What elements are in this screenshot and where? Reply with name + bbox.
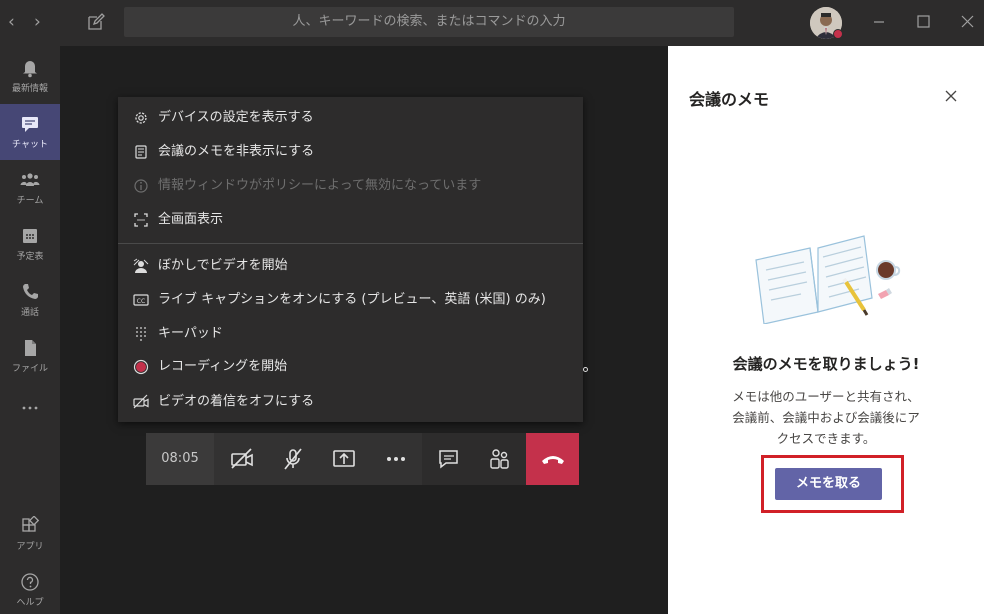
hang-up-icon xyxy=(542,456,564,464)
rail-item-label: チーム xyxy=(16,196,44,206)
forward-arrow-icon[interactable]: › xyxy=(34,12,41,32)
menu-item-keypad[interactable]: キーパッド xyxy=(118,319,583,349)
bell-icon xyxy=(23,61,37,78)
panel-title: 会議のメモ xyxy=(689,90,770,109)
call-timer: 08:05 xyxy=(146,433,214,485)
rail-item-activity[interactable]: 最新情報 xyxy=(0,48,60,104)
mic-off-icon xyxy=(284,448,302,470)
take-notes-button[interactable]: メモを取る xyxy=(775,468,882,500)
close-icon[interactable] xyxy=(944,89,958,103)
share-screen-button[interactable] xyxy=(318,433,369,485)
menu-item-label: デバイスの設定を表示する xyxy=(158,110,314,125)
call-controls-bar: 08:05 xyxy=(146,433,579,485)
title-bar: ‹ › 人、キーワードの検索、またはコマンドの入力 xyxy=(0,0,984,46)
rail-item-help[interactable]: ヘルプ xyxy=(0,562,60,614)
phone-icon xyxy=(23,284,38,299)
menu-item-label: ぼかしでビデオを開始 xyxy=(158,258,288,273)
calendar-icon xyxy=(23,229,37,243)
menu-item-turn-off-incoming-video[interactable]: ビデオの着信をオフにする xyxy=(118,387,583,417)
rail-item-label: 最新情報 xyxy=(11,84,48,94)
rail-item-label: 予定表 xyxy=(16,252,44,262)
menu-item-label: キーパッド xyxy=(158,326,223,341)
menu-item-blur-video[interactable]: ぼかしでビデオを開始 xyxy=(118,251,583,281)
rail-item-teams[interactable]: チーム xyxy=(0,160,60,216)
show-conversation-button[interactable] xyxy=(423,433,474,485)
menu-item-start-recording[interactable]: レコーディングを開始 xyxy=(118,352,583,382)
menu-item-info-disabled: 情報ウィンドウがポリシーによって無効になっています xyxy=(118,171,583,201)
keypad-icon xyxy=(136,327,146,341)
ellipsis-icon xyxy=(387,457,405,461)
menu-item-label: ビデオの着信をオフにする xyxy=(158,394,315,409)
ellipsis-icon xyxy=(22,406,38,410)
menu-item-label: 全画面表示 xyxy=(158,212,224,227)
menu-item-live-captions[interactable]: CC ライブ キャプションをオンにする (プレビュー、英語 (米国) のみ) xyxy=(118,285,583,315)
fullscreen-icon xyxy=(134,213,148,227)
rail-item-label: ファイル xyxy=(11,364,48,374)
menu-item-hide-notes[interactable]: 会議のメモを非表示にする xyxy=(118,137,583,167)
menu-item-fullscreen[interactable]: 全画面表示 xyxy=(118,205,583,235)
search-input[interactable]: 人、キーワードの検索、またはコマンドの入力 xyxy=(124,7,734,37)
mic-toggle-button[interactable] xyxy=(267,433,318,485)
description-line: 会議前、会議中および会議後にア xyxy=(732,410,920,425)
apps-icon xyxy=(22,516,40,532)
teams-icon xyxy=(20,173,40,186)
description-line: クセスできます。 xyxy=(776,431,876,446)
menu-item-label: 会議のメモを非表示にする xyxy=(158,144,315,159)
rail-item-chat[interactable]: チャット xyxy=(0,104,60,160)
rail-item-apps[interactable]: アプリ xyxy=(0,506,60,562)
camera-off-icon xyxy=(231,448,253,469)
rail-item-label: ヘルプ xyxy=(16,598,44,608)
rail-item-label: 通話 xyxy=(20,308,39,318)
file-icon xyxy=(25,340,36,356)
notes-heading: 会議のメモを取りましょう! xyxy=(732,355,920,373)
compose-icon[interactable] xyxy=(86,12,106,32)
video-off-icon xyxy=(133,394,149,409)
menu-item-label: ライブ キャプションをオンにする (プレビュー、英語 (米国) のみ) xyxy=(158,292,546,307)
close-window-icon[interactable] xyxy=(956,12,978,32)
cursor-indicator xyxy=(583,367,588,372)
description-line: メモは他のユーザーと共有され、 xyxy=(732,389,920,404)
gear-icon xyxy=(135,112,147,124)
presence-busy-badge xyxy=(833,29,843,39)
notes-icon xyxy=(135,145,147,159)
meeting-notes-panel: 会議のメモ 会議のメモを取りましょう! メモは他のユーザーと共有され、 会議前、… xyxy=(668,46,984,614)
rail-item-files[interactable]: ファイル xyxy=(0,328,60,384)
minimize-icon[interactable] xyxy=(868,12,890,32)
rail-item-label: アプリ xyxy=(16,542,44,552)
svg-text:CC: CC xyxy=(137,298,145,305)
show-participants-button[interactable] xyxy=(474,433,525,485)
maximize-icon[interactable] xyxy=(912,12,934,32)
share-screen-icon xyxy=(333,450,355,467)
help-icon xyxy=(21,573,39,591)
rail-item-label: チャット xyxy=(12,140,48,150)
teams-window: ‹ › 人、キーワードの検索、またはコマンドの入力 最新情報 チャット チーム … xyxy=(0,0,984,614)
menu-item-device-settings[interactable]: デバイスの設定を表示する xyxy=(118,103,583,133)
info-icon xyxy=(134,179,148,193)
rail-item-calendar[interactable]: 予定表 xyxy=(0,216,60,272)
cc-icon: CC xyxy=(133,294,149,306)
participants-icon xyxy=(490,449,509,469)
menu-item-label: 情報ウィンドウがポリシーによって無効になっています xyxy=(158,178,482,193)
back-arrow-icon[interactable]: ‹ xyxy=(8,12,15,32)
menu-divider xyxy=(118,243,583,244)
chat-icon xyxy=(22,117,38,132)
more-apps-button[interactable] xyxy=(0,384,60,440)
menu-item-label: レコーディングを開始 xyxy=(158,359,288,374)
chat-icon xyxy=(439,450,458,469)
notebook-illustration xyxy=(755,235,901,324)
camera-toggle-button[interactable] xyxy=(216,433,267,485)
more-options-menu: デバイスの設定を表示する 会議のメモを非表示にする 情報ウィンドウがポリシーによ… xyxy=(118,97,583,422)
more-actions-button[interactable] xyxy=(370,433,421,485)
blur-icon xyxy=(133,258,149,273)
app-rail: 最新情報 チャット チーム 予定表 通話 ファイル アプリ ヘルプ xyxy=(0,46,60,614)
hang-up-button[interactable] xyxy=(526,433,579,485)
notes-description: メモは他のユーザーと共有され、 会議前、会議中および会議後にア クセスできます。 xyxy=(708,386,944,449)
rail-item-calls[interactable]: 通話 xyxy=(0,272,60,328)
record-icon xyxy=(133,359,149,375)
